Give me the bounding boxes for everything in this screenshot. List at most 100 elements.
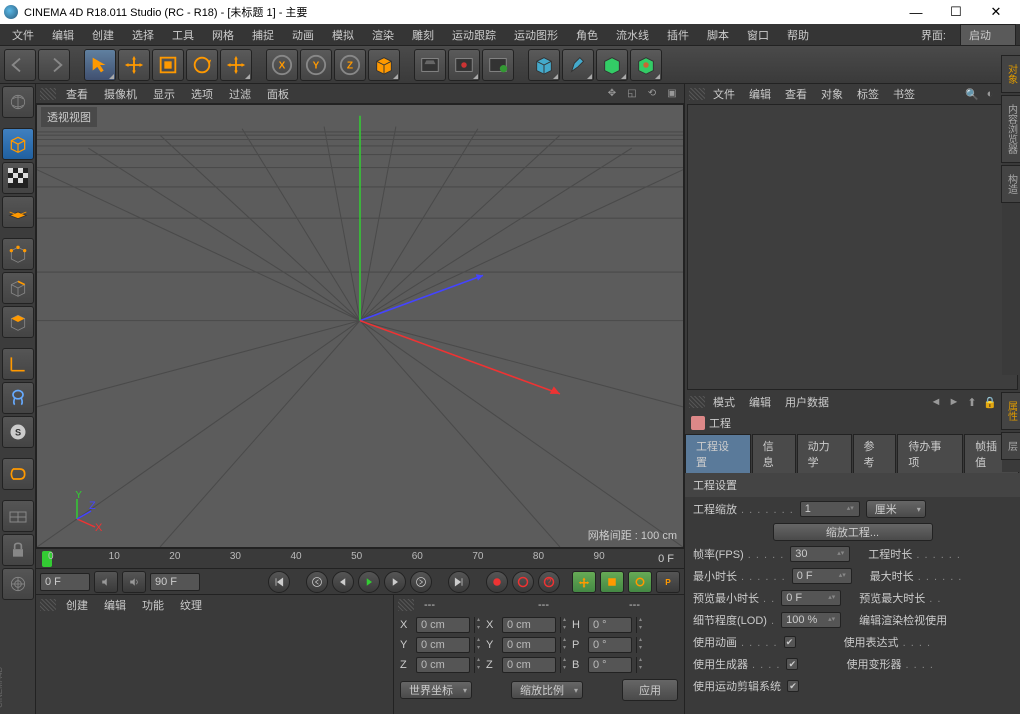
workplane-button[interactable]	[2, 500, 34, 532]
sound-scrub-button[interactable]	[122, 571, 146, 593]
vp-menu-panel[interactable]: 面板	[261, 86, 295, 102]
menu-file[interactable]: 文件	[4, 25, 42, 45]
vtab-attributes[interactable]: 属性	[1001, 392, 1020, 430]
texture-mode-button[interactable]	[2, 162, 34, 194]
search-icon[interactable]: 🔍	[965, 87, 979, 101]
vp-rotate-icon[interactable]: ⟲	[645, 87, 659, 101]
menu-plugins[interactable]: 插件	[659, 25, 697, 45]
deformer-button[interactable]	[630, 49, 662, 81]
sound-button[interactable]	[94, 571, 118, 593]
menu-sculpt[interactable]: 雕刻	[404, 25, 442, 45]
scale-unit-dropdown[interactable]: 厘米	[866, 500, 926, 518]
tab-dynamics[interactable]: 动力学	[797, 434, 852, 473]
vtab-layers[interactable]: 层	[1001, 432, 1020, 460]
menu-pipeline[interactable]: 流水线	[608, 25, 657, 45]
coord-pos-Z-input[interactable]: 0 cm	[416, 657, 470, 673]
goto-end-button[interactable]	[448, 571, 470, 593]
y-axis-lock[interactable]: Y	[300, 49, 332, 81]
last-tool[interactable]	[220, 49, 252, 81]
coord-scale-dropdown[interactable]: 缩放比例	[511, 681, 583, 699]
grip-icon[interactable]	[689, 88, 705, 100]
scale-project-button[interactable]: 缩放工程...	[773, 523, 933, 541]
perspective-viewport[interactable]: 透视视图 网格间距 : 100 cm Y X Z	[36, 104, 684, 548]
menu-help[interactable]: 帮助	[779, 25, 817, 45]
vtab-structure[interactable]: 构造	[1001, 165, 1020, 203]
om-edit[interactable]: 编辑	[743, 86, 777, 102]
vp-nav-icon[interactable]: ✥	[605, 87, 619, 101]
play-button[interactable]	[358, 571, 380, 593]
end-frame-input[interactable]: 90 F	[150, 573, 200, 591]
planar-workplane-button[interactable]	[2, 568, 34, 600]
redo-button[interactable]	[38, 49, 70, 81]
move-tool[interactable]	[118, 49, 150, 81]
prev-key-button[interactable]	[306, 571, 328, 593]
grip-icon[interactable]	[689, 396, 705, 408]
soft-selection-button[interactable]	[2, 458, 34, 490]
prev-frame-button[interactable]	[332, 571, 354, 593]
lod-input[interactable]: 100 %▴▾	[781, 612, 841, 628]
menu-render[interactable]: 渲染	[364, 25, 402, 45]
fps-input[interactable]: 30▴▾	[790, 546, 850, 562]
x-axis-lock[interactable]: X	[266, 49, 298, 81]
coord-pos-X-input[interactable]: 0 cm	[416, 617, 470, 633]
workplane-mode-button[interactable]	[2, 196, 34, 228]
render-region-button[interactable]	[482, 49, 514, 81]
tab-reference[interactable]: 参考	[853, 434, 897, 473]
render-settings-button[interactable]	[414, 49, 446, 81]
start-frame-input[interactable]: 0 F	[40, 573, 90, 591]
tab-info[interactable]: 信息	[752, 434, 796, 473]
tab-project-settings[interactable]: 工程设置	[685, 434, 751, 473]
close-button[interactable]: ✕	[976, 0, 1016, 24]
menu-simulate[interactable]: 模拟	[324, 25, 362, 45]
key-param-button[interactable]: P	[656, 571, 680, 593]
vp-zoom-icon[interactable]: ◱	[625, 87, 639, 101]
mm-texture[interactable]: 纹理	[174, 597, 208, 613]
vp-menu-cameras[interactable]: 摄像机	[98, 86, 143, 102]
next-frame-button[interactable]	[384, 571, 406, 593]
menu-edit[interactable]: 编辑	[44, 25, 82, 45]
key-rot-button[interactable]	[628, 571, 652, 593]
key-pos-button[interactable]	[572, 571, 596, 593]
om-objects[interactable]: 对象	[815, 86, 849, 102]
om-view[interactable]: 查看	[779, 86, 813, 102]
om-file[interactable]: 文件	[707, 86, 741, 102]
record-button[interactable]	[486, 571, 508, 593]
am-edit[interactable]: 编辑	[743, 394, 777, 410]
render-view-button[interactable]	[448, 49, 480, 81]
gen-checkbox[interactable]: ✔	[786, 658, 798, 670]
pmin-input[interactable]: 0 F▴▾	[781, 590, 841, 606]
vp-menu-view[interactable]: 查看	[60, 86, 94, 102]
coord-rot-H-input[interactable]: 0 °	[588, 617, 632, 633]
autokey-button[interactable]	[512, 571, 534, 593]
snap-toggle-button[interactable]: S	[2, 416, 34, 448]
om-bookmarks[interactable]: 书签	[887, 86, 921, 102]
menu-window[interactable]: 窗口	[739, 25, 777, 45]
select-tool[interactable]	[84, 49, 116, 81]
key-scale-button[interactable]	[600, 571, 624, 593]
menu-snap[interactable]: 捕捉	[244, 25, 282, 45]
am-mode[interactable]: 模式	[707, 394, 741, 410]
coord-size-Z-input[interactable]: 0 cm	[502, 657, 556, 673]
grip-icon[interactable]	[40, 88, 56, 100]
vp-menu-options[interactable]: 选项	[185, 86, 219, 102]
mot-checkbox[interactable]: ✔	[787, 680, 799, 692]
mm-function[interactable]: 功能	[136, 597, 170, 613]
vp-toggle-icon[interactable]: ▣	[665, 87, 679, 101]
lock-workplane-button[interactable]	[2, 534, 34, 566]
vp-menu-filter[interactable]: 过滤	[223, 86, 257, 102]
undo-button[interactable]	[4, 49, 36, 81]
coord-system-button[interactable]	[368, 49, 400, 81]
nav-up-icon[interactable]: ⬆	[965, 395, 979, 409]
menu-animate[interactable]: 动画	[284, 25, 322, 45]
anim-checkbox[interactable]: ✔	[784, 636, 796, 648]
nav-back-icon[interactable]: ◄	[929, 395, 943, 409]
am-userdata[interactable]: 用户数据	[779, 394, 835, 410]
coord-size-Y-input[interactable]: 0 cm	[502, 637, 556, 653]
vp-menu-display[interactable]: 显示	[147, 86, 181, 102]
lock-icon[interactable]: 🔒	[983, 395, 997, 409]
make-editable-button[interactable]	[2, 86, 34, 118]
next-key-button[interactable]	[410, 571, 432, 593]
coord-pos-Y-input[interactable]: 0 cm	[416, 637, 470, 653]
menu-mograph[interactable]: 运动图形	[506, 25, 566, 45]
grip-icon[interactable]	[398, 599, 414, 611]
